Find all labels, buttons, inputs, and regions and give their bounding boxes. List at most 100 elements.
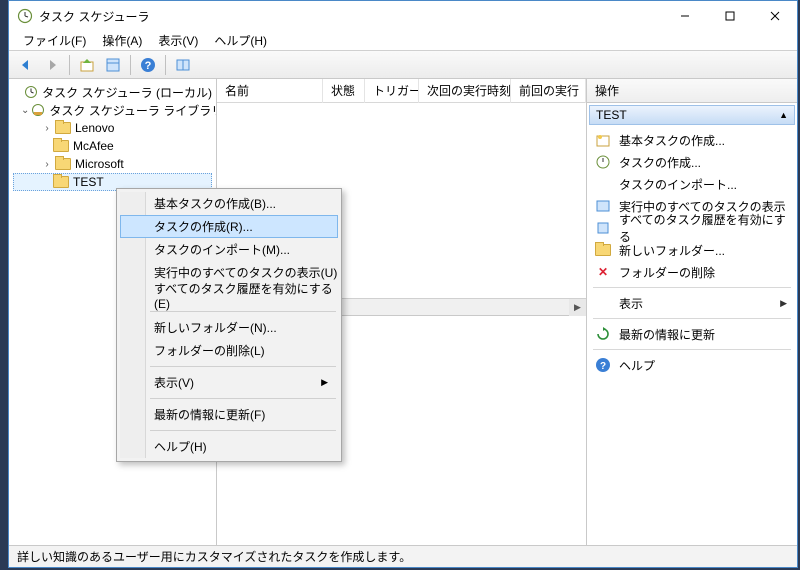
action-label: 基本タスクの作成... bbox=[619, 132, 725, 149]
ctx-enable-history[interactable]: すべてのタスク履歴を有効にする(E) bbox=[120, 284, 338, 307]
menu-view[interactable]: 表示(V) bbox=[154, 32, 202, 49]
ctx-create-task[interactable]: タスクの作成(R)... bbox=[120, 215, 338, 238]
menu-action[interactable]: 操作(A) bbox=[98, 32, 146, 49]
collapse-icon: ▲ bbox=[779, 110, 788, 120]
ctx-new-folder[interactable]: 新しいフォルダー(N)... bbox=[120, 316, 338, 339]
menu-file[interactable]: ファイル(F) bbox=[19, 32, 90, 49]
toolbar: ? bbox=[9, 51, 797, 79]
up-icon[interactable] bbox=[76, 54, 98, 76]
action-create-basic[interactable]: 基本タスクの作成... bbox=[593, 129, 791, 151]
ctx-help[interactable]: ヘルプ(H) bbox=[120, 435, 338, 458]
separator bbox=[150, 311, 336, 312]
tree-item-label: McAfee bbox=[73, 139, 114, 153]
tree-root[interactable]: タスク スケジューラ (ローカル) bbox=[13, 83, 212, 101]
ctx-label: ヘルプ(H) bbox=[154, 438, 207, 455]
ctx-label: 新しいフォルダー(N)... bbox=[154, 319, 277, 336]
svg-text:?: ? bbox=[145, 60, 152, 72]
action-delete-folder[interactable]: ✕フォルダーの削除 bbox=[593, 261, 791, 283]
list-header: 名前 状態 トリガー 次回の実行時刻 前回の実行 bbox=[217, 79, 586, 103]
scroll-right-icon[interactable]: ▶ bbox=[569, 299, 586, 316]
actions-header: 操作 bbox=[587, 79, 797, 103]
actions-subheader-label: TEST bbox=[596, 108, 627, 122]
submenu-icon: ▶ bbox=[321, 377, 328, 388]
tree-library[interactable]: ⌄ タスク スケジューラ ライブラリ bbox=[13, 101, 212, 119]
action-refresh[interactable]: 最新の情報に更新 bbox=[593, 323, 791, 345]
folder-icon bbox=[53, 140, 69, 152]
separator bbox=[593, 287, 791, 288]
ctx-label: タスクの作成(R)... bbox=[154, 218, 253, 235]
actions-subheader[interactable]: TEST ▲ bbox=[589, 105, 795, 125]
separator bbox=[150, 398, 336, 399]
action-enable-history[interactable]: すべてのタスク履歴を有効にする bbox=[593, 217, 791, 239]
col-last[interactable]: 前回の実行 bbox=[511, 79, 586, 103]
ctx-label: タスクのインポート(M)... bbox=[154, 241, 290, 258]
folder-icon bbox=[55, 122, 71, 134]
titlebar: タスク スケジューラ bbox=[9, 1, 797, 31]
maximize-button[interactable] bbox=[707, 1, 752, 31]
ctx-label: 最新の情報に更新(F) bbox=[154, 406, 265, 423]
actions-list: 基本タスクの作成... タスクの作成... タスクのインポート... 実行中のす… bbox=[587, 127, 797, 545]
col-state[interactable]: 状態 bbox=[323, 79, 365, 103]
close-button[interactable] bbox=[752, 1, 797, 31]
toolbar-separator bbox=[69, 55, 70, 75]
action-view[interactable]: 表示 ▶ bbox=[593, 292, 791, 314]
help-icon[interactable]: ? bbox=[137, 54, 159, 76]
forward-button[interactable] bbox=[41, 54, 63, 76]
expand-icon[interactable]: › bbox=[41, 159, 53, 170]
ctx-create-basic[interactable]: 基本タスクの作成(B)... bbox=[120, 192, 338, 215]
svg-text:?: ? bbox=[600, 361, 606, 372]
tree-root-label: タスク スケジューラ (ローカル) bbox=[42, 84, 212, 101]
context-menu: 基本タスクの作成(B)... タスクの作成(R)... タスクのインポート(M)… bbox=[116, 188, 342, 462]
submenu-icon: ▶ bbox=[780, 298, 791, 309]
action-import[interactable]: タスクのインポート... bbox=[593, 173, 791, 195]
minimize-button[interactable] bbox=[662, 1, 707, 31]
tree-item-lenovo[interactable]: › Lenovo bbox=[13, 119, 212, 137]
col-trigger[interactable]: トリガー bbox=[365, 79, 419, 103]
toolbar-separator bbox=[130, 55, 131, 75]
back-button[interactable] bbox=[15, 54, 37, 76]
refresh-icon bbox=[595, 326, 611, 342]
toolbar-separator bbox=[165, 55, 166, 75]
ctx-import[interactable]: タスクのインポート(M)... bbox=[120, 238, 338, 261]
separator bbox=[150, 430, 336, 431]
action-label: 最新の情報に更新 bbox=[619, 326, 715, 343]
col-next[interactable]: 次回の実行時刻 bbox=[419, 79, 511, 103]
window-title: タスク スケジューラ bbox=[39, 8, 662, 25]
panes-icon[interactable] bbox=[172, 54, 194, 76]
ctx-delete-folder[interactable]: フォルダーの削除(L) bbox=[120, 339, 338, 362]
action-label: タスクの作成... bbox=[619, 154, 701, 171]
action-create-task[interactable]: タスクの作成... bbox=[593, 151, 791, 173]
tree-library-label: タスク スケジューラ ライブラリ bbox=[49, 102, 217, 119]
action-label: タスクのインポート... bbox=[619, 176, 737, 193]
ctx-refresh[interactable]: 最新の情報に更新(F) bbox=[120, 403, 338, 426]
task-icon bbox=[595, 154, 611, 170]
folder-icon bbox=[55, 158, 71, 170]
ctx-label: 表示(V) bbox=[154, 374, 194, 391]
actions-pane: 操作 TEST ▲ 基本タスクの作成... タスクの作成... タスクのインポー… bbox=[587, 79, 797, 545]
library-icon bbox=[31, 103, 45, 117]
properties-icon[interactable] bbox=[102, 54, 124, 76]
col-name[interactable]: 名前 bbox=[217, 79, 323, 103]
separator bbox=[150, 366, 336, 367]
folder-icon bbox=[53, 176, 69, 188]
tree-item-label: Microsoft bbox=[75, 157, 124, 171]
action-label: ヘルプ bbox=[619, 357, 655, 374]
menu-help[interactable]: ヘルプ(H) bbox=[210, 32, 271, 49]
tree-item-mcafee[interactable]: McAfee bbox=[13, 137, 212, 155]
ctx-view[interactable]: 表示(V) ▶ bbox=[120, 371, 338, 394]
ctx-label: すべてのタスク履歴を有効にする(E) bbox=[154, 280, 338, 311]
action-label: 表示 bbox=[619, 295, 643, 312]
separator bbox=[593, 349, 791, 350]
history-icon bbox=[595, 220, 611, 236]
tree-item-label: Lenovo bbox=[75, 121, 114, 135]
expand-icon[interactable]: › bbox=[41, 123, 53, 134]
tree-item-microsoft[interactable]: › Microsoft bbox=[13, 155, 212, 173]
wizard-icon bbox=[595, 132, 611, 148]
collapse-icon[interactable]: ⌄ bbox=[21, 105, 29, 116]
action-label: 新しいフォルダー... bbox=[619, 242, 725, 259]
ctx-label: フォルダーの削除(L) bbox=[154, 342, 265, 359]
action-help[interactable]: ? ヘルプ bbox=[593, 354, 791, 376]
delete-icon: ✕ bbox=[595, 264, 611, 280]
status-bar: 詳しい知識のあるユーザー用にカスタマイズされたタスクを作成します。 bbox=[9, 545, 797, 567]
clock-icon bbox=[17, 8, 33, 24]
